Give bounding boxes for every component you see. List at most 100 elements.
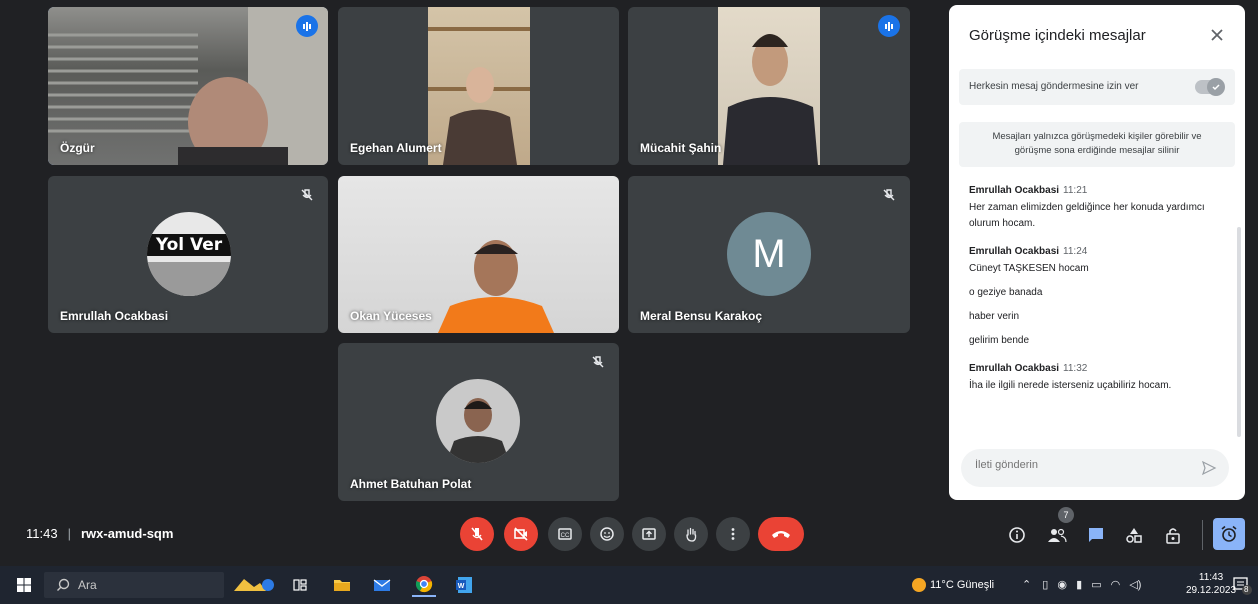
network-icon[interactable]: ▯ xyxy=(1042,579,1048,591)
reactions-button[interactable] xyxy=(590,517,624,551)
mic-toggle-button[interactable] xyxy=(460,517,494,551)
message-time: 11:21 xyxy=(1063,185,1088,196)
message-text: gelirim bende xyxy=(969,335,1030,346)
lock-person-icon xyxy=(1166,528,1180,544)
windows-start-icon[interactable] xyxy=(12,573,36,597)
taskbar-clock[interactable]: 11:43 29.12.2023 xyxy=(1186,571,1236,597)
shapes-icon xyxy=(1126,528,1142,543)
people-icon xyxy=(1048,528,1067,543)
message-group: Emrullah Ocakbasi 11:32 İha ile ilgili ne… xyxy=(969,363,1229,394)
message-text: İha ile ilgili nerede isterseniz uçabili… xyxy=(969,380,1172,391)
message-sender: Emrullah Ocakbasi xyxy=(969,246,1060,257)
allow-messages-row: Herkesin mesaj göndermesine izin ver xyxy=(959,69,1235,105)
wifi-icon[interactable]: ◠ xyxy=(1111,579,1121,591)
chat-title: Görüşme içindeki mesajlar xyxy=(969,27,1146,44)
message-input-box xyxy=(961,449,1229,487)
close-icon[interactable] xyxy=(1207,25,1227,45)
participant-name: Meral Bensu Karakoç xyxy=(640,309,763,323)
weather-widget[interactable]: 11°C Güneşli xyxy=(912,578,994,592)
chat-notice: Mesajları yalnızca görüşmedeki kişiler g… xyxy=(959,122,1235,167)
chrome-icon[interactable] xyxy=(412,573,436,597)
task-view-icon[interactable] xyxy=(288,573,312,597)
volume-icon[interactable]: ◁) xyxy=(1129,579,1141,591)
search-label: Ara xyxy=(78,578,97,592)
participant-tile-emrullah[interactable]: Yol Ver Emrullah Ocakbasi xyxy=(48,176,328,333)
participant-tile-egehan[interactable]: Egehan Alumert xyxy=(338,7,619,165)
captions-button[interactable]: CC xyxy=(548,517,582,551)
participant-name: Egehan Alumert xyxy=(350,141,442,155)
chat-button[interactable] xyxy=(1083,522,1109,548)
system-tray: ⌃ ▯ ◉ ▮ ▭ ◠ ◁) xyxy=(1022,578,1141,591)
participant-name: Özgür xyxy=(60,141,95,155)
host-controls-button[interactable] xyxy=(1160,522,1186,548)
clock-time: 11:43 xyxy=(1198,572,1224,583)
people-button[interactable] xyxy=(1044,522,1070,548)
avatar-text: Yol Ver xyxy=(147,234,231,256)
participant-tile-meral[interactable]: M Meral Bensu Karakoç xyxy=(628,176,910,333)
activities-button[interactable] xyxy=(1121,522,1147,548)
notification-count: 8 xyxy=(1244,585,1249,594)
participant-name: Okan Yüceses xyxy=(350,309,432,323)
person-silhouette xyxy=(428,27,530,165)
avatar: M xyxy=(727,212,811,296)
allow-messages-toggle[interactable] xyxy=(1195,78,1225,96)
chat-icon xyxy=(1089,528,1103,542)
leave-call-button[interactable] xyxy=(758,517,804,551)
weather-text: 11°C Güneşli xyxy=(930,578,995,591)
weather-icon xyxy=(912,578,926,592)
file-explorer-icon[interactable] xyxy=(330,573,354,597)
notification-icon[interactable]: 8 xyxy=(1232,575,1252,595)
message-group: Emrullah Ocakbasi 11:21 Her zaman elimizd… xyxy=(969,185,1229,232)
widget-icon[interactable] xyxy=(228,573,276,597)
camera-off-icon xyxy=(514,527,528,541)
captions-icon: CC xyxy=(558,528,572,540)
participant-tile-okan[interactable]: Okan Yüceses xyxy=(338,176,619,333)
more-options-button[interactable] xyxy=(716,517,750,551)
svg-text:CC: CC xyxy=(561,533,570,539)
word-icon[interactable]: W xyxy=(452,573,476,597)
participant-name: Ahmet Batuhan Polat xyxy=(350,477,472,491)
divider: | xyxy=(67,526,71,541)
message-list: Emrullah Ocakbasi 11:21 Her zaman elimizd… xyxy=(969,185,1229,408)
participant-count-badge: 7 xyxy=(1058,507,1074,523)
mic-off-icon xyxy=(471,527,483,541)
battery-icon[interactable]: ▭ xyxy=(1091,579,1101,591)
mic-tray-icon[interactable]: ▮ xyxy=(1076,579,1082,591)
activity-timer-button[interactable] xyxy=(1213,518,1245,550)
emoji-icon xyxy=(600,527,614,541)
mic-off-icon xyxy=(878,184,900,206)
meeting-info: 11:43 | rwx-amud-sqm xyxy=(26,526,173,541)
message-input[interactable] xyxy=(975,459,1175,471)
chat-scrollbar[interactable] xyxy=(1237,227,1241,437)
message-time: 11:24 xyxy=(1063,246,1088,257)
meet-stage: Özgür Egehan Alumert Mücahit Şahin Yol V… xyxy=(0,0,1258,566)
svg-text:W: W xyxy=(458,583,465,590)
more-vert-icon xyxy=(731,528,735,540)
message-sender: Emrullah Ocakbasi xyxy=(969,185,1060,196)
participant-tile-ozgur[interactable]: Özgür xyxy=(48,7,328,165)
message-text: o geziye banada xyxy=(969,287,1043,298)
speaking-indicator-icon xyxy=(296,15,318,37)
message-sender: Emrullah Ocakbasi xyxy=(969,363,1060,374)
speaking-indicator-icon xyxy=(878,15,900,37)
message-group: Emrullah Ocakbasi 11:24 Cüneyt TAŞKESEN h… xyxy=(969,246,1229,349)
taskbar-search[interactable]: Ara xyxy=(44,572,224,598)
hand-icon xyxy=(686,527,697,542)
participant-tile-mucahit[interactable]: Mücahit Şahin xyxy=(628,7,910,165)
app-tray-icon[interactable]: ◉ xyxy=(1057,579,1067,591)
present-screen-icon xyxy=(642,528,656,540)
mail-icon[interactable] xyxy=(370,573,394,597)
participant-name: Mücahit Şahin xyxy=(640,141,722,155)
windows-taskbar: Ara W 11°C Güneşli ⌃ ▯ ◉ ▮ ▭ ◠ ◁) 11:43 … xyxy=(0,566,1258,604)
participant-tile-ahmet[interactable]: Ahmet Batuhan Polat xyxy=(338,343,619,501)
present-button[interactable] xyxy=(632,517,666,551)
meeting-details-button[interactable] xyxy=(1004,522,1030,548)
mic-off-icon xyxy=(296,184,318,206)
raise-hand-button[interactable] xyxy=(674,517,708,551)
mic-off-icon xyxy=(587,351,609,373)
meeting-time: 11:43 xyxy=(26,526,58,541)
message-text: haber verin xyxy=(969,311,1020,322)
chevron-up-icon[interactable]: ⌃ xyxy=(1022,579,1031,591)
camera-toggle-button[interactable] xyxy=(504,517,538,551)
send-icon[interactable] xyxy=(1201,460,1217,476)
